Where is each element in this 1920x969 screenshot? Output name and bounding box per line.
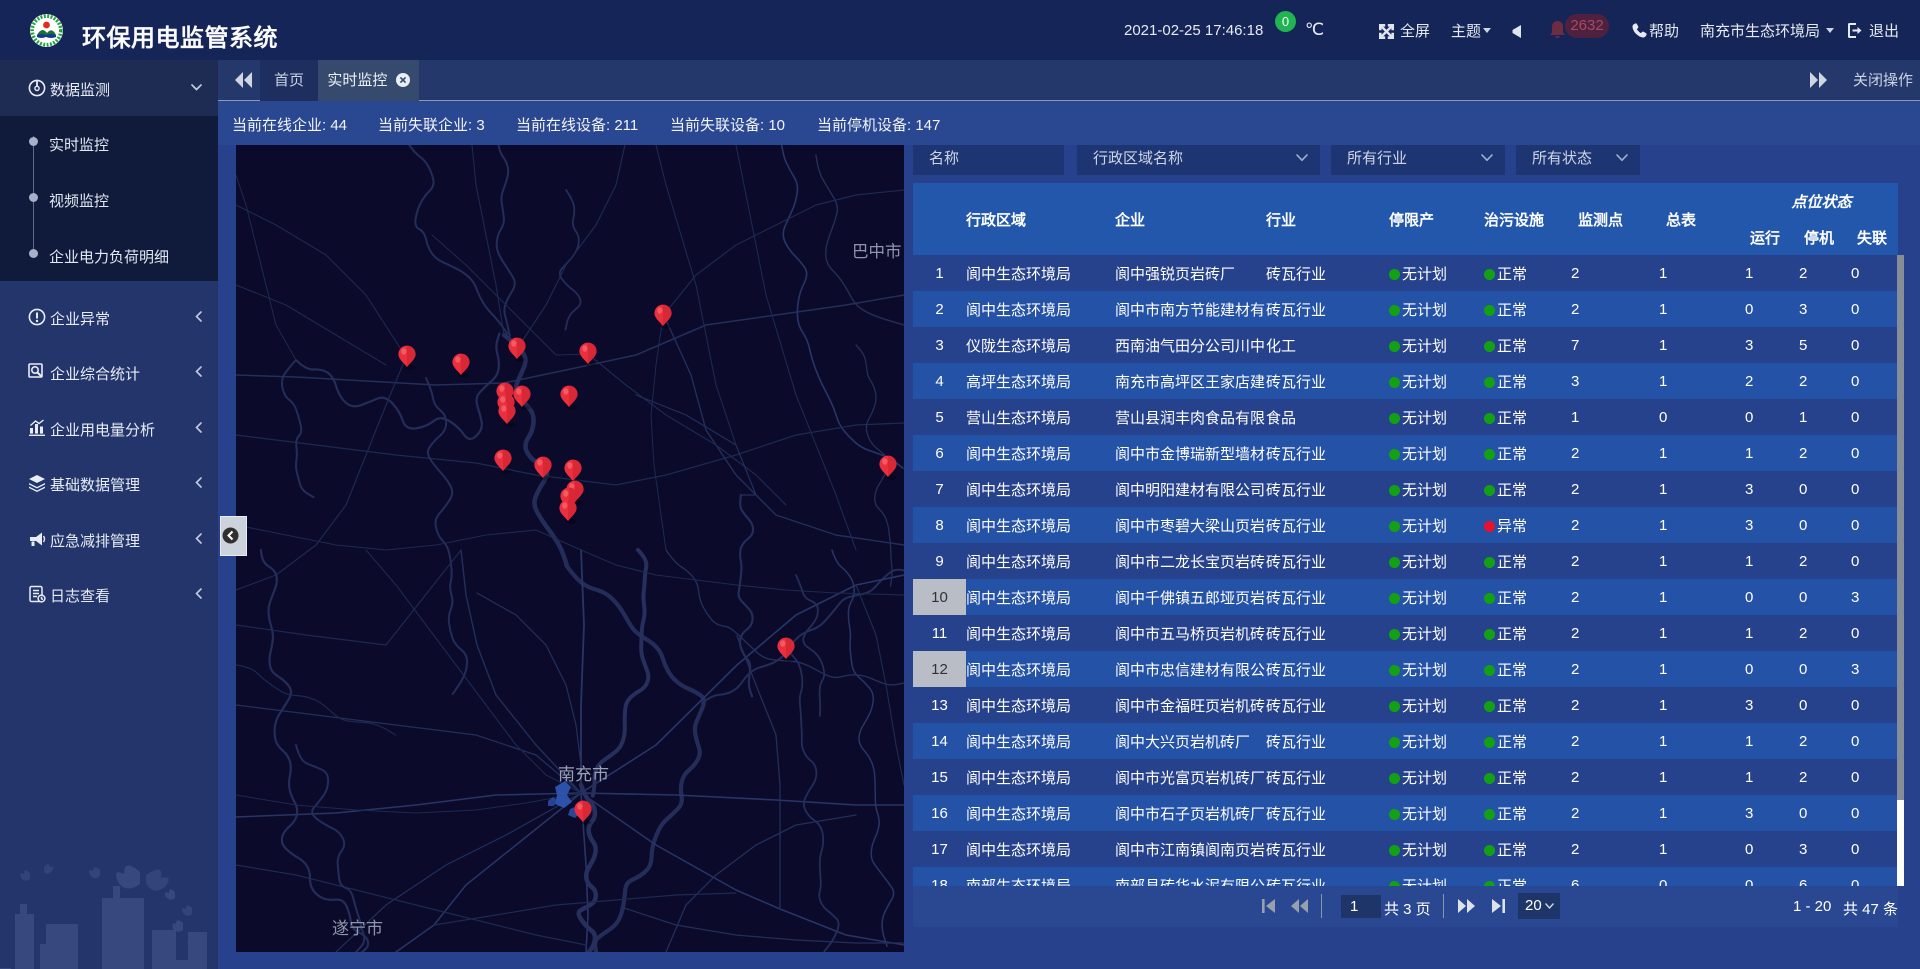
svg-text:遂宁市: 遂宁市 [332,919,383,938]
svg-text:南充市: 南充市 [558,765,609,784]
svg-text:巴中市: 巴中市 [852,242,902,261]
